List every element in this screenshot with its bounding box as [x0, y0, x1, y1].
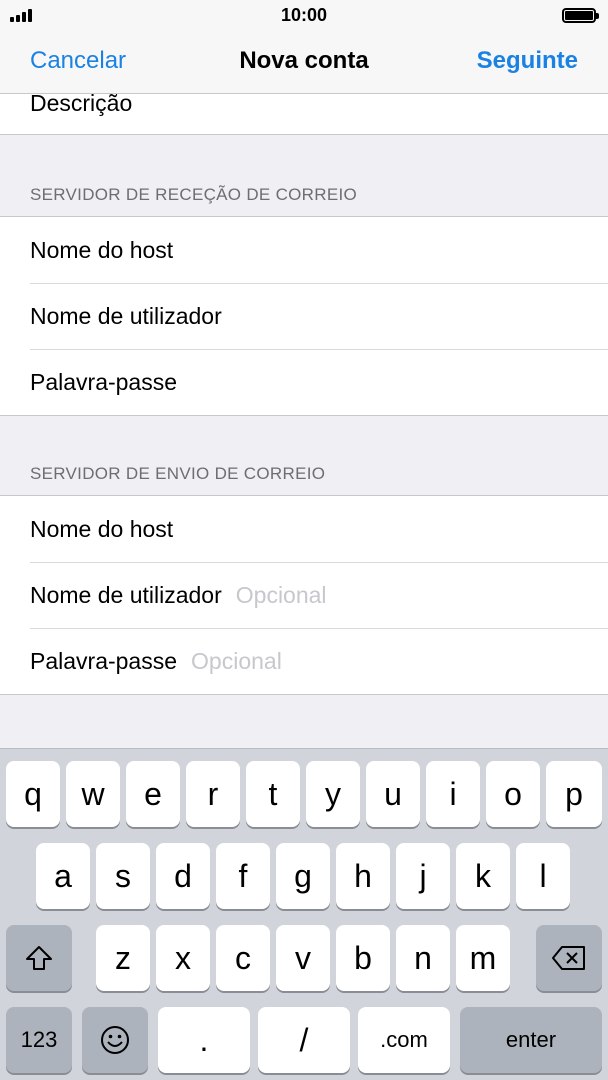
- description-label: Descrição: [30, 94, 133, 116]
- outgoing-server-group: Nome do host Nome de utilizador Opcional…: [0, 495, 608, 695]
- key-x[interactable]: x: [156, 925, 210, 991]
- cancel-button[interactable]: Cancelar: [30, 47, 126, 75]
- key-z[interactable]: z: [96, 925, 150, 991]
- key-h[interactable]: h: [336, 843, 390, 909]
- key-d[interactable]: d: [156, 843, 210, 909]
- delete-icon: [552, 946, 585, 970]
- key-g[interactable]: g: [276, 843, 330, 909]
- navigation-bar: Nova conta Cancelar Seguinte: [0, 32, 608, 94]
- dotcom-key[interactable]: .com: [358, 1007, 450, 1073]
- key-k[interactable]: k: [456, 843, 510, 909]
- keyboard: q w e r t y u i o p a s d f g h j k l z …: [0, 748, 608, 1080]
- emoji-icon: [101, 1026, 129, 1054]
- battery-icon: [562, 8, 599, 23]
- slash-key[interactable]: /: [258, 1007, 350, 1073]
- key-b[interactable]: b: [336, 925, 390, 991]
- emoji-key[interactable]: [82, 1007, 148, 1073]
- key-e[interactable]: e: [126, 761, 180, 827]
- outgoing-server-header: SERVIDOR DE ENVIO DE CORREIO: [30, 464, 326, 483]
- incoming-server-header: SERVIDOR DE RECEÇÃO DE CORREIO: [30, 185, 358, 204]
- key-n[interactable]: n: [396, 925, 450, 991]
- incoming-username-label: Nome de utilizador: [30, 302, 222, 329]
- account-info-group: Descrição: [0, 94, 608, 135]
- delete-key[interactable]: [536, 925, 602, 991]
- numbers-key[interactable]: 123: [6, 1007, 72, 1073]
- key-i[interactable]: i: [426, 761, 480, 827]
- status-time: 10:00: [280, 5, 328, 25]
- key-c[interactable]: c: [216, 925, 270, 991]
- key-y[interactable]: y: [306, 761, 360, 827]
- key-j[interactable]: j: [396, 843, 450, 909]
- key-q[interactable]: q: [6, 761, 60, 827]
- outgoing-host-field[interactable]: Nome do host: [0, 496, 608, 562]
- incoming-server-group: Nome do host Nome de utilizador Palavra-…: [0, 216, 608, 416]
- incoming-username-field[interactable]: Nome de utilizador: [0, 283, 608, 349]
- next-button[interactable]: Seguinte: [477, 47, 578, 75]
- outgoing-password-placeholder: Opcional: [191, 647, 282, 674]
- incoming-host-field[interactable]: Nome do host: [0, 217, 608, 283]
- key-r[interactable]: r: [186, 761, 240, 827]
- key-v[interactable]: v: [276, 925, 330, 991]
- shift-key[interactable]: [6, 925, 72, 991]
- shift-icon: [26, 946, 52, 970]
- key-s[interactable]: s: [96, 843, 150, 909]
- key-w[interactable]: w: [66, 761, 120, 827]
- incoming-host-label: Nome do host: [30, 236, 174, 263]
- key-p[interactable]: p: [546, 761, 602, 827]
- period-key[interactable]: .: [158, 1007, 250, 1073]
- outgoing-username-field[interactable]: Nome de utilizador Opcional: [0, 562, 608, 628]
- outgoing-host-label: Nome do host: [30, 515, 174, 542]
- key-f[interactable]: f: [216, 843, 270, 909]
- outgoing-password-field[interactable]: Palavra-passe Opcional: [0, 628, 608, 694]
- key-a[interactable]: a: [36, 843, 90, 909]
- description-field[interactable]: Descrição: [0, 94, 608, 134]
- key-m[interactable]: m: [456, 925, 510, 991]
- outgoing-username-label: Nome de utilizador: [30, 581, 222, 608]
- incoming-password-label: Palavra-passe: [30, 368, 178, 395]
- outgoing-username-placeholder: Opcional: [235, 581, 327, 608]
- key-o[interactable]: o: [486, 761, 540, 827]
- key-t[interactable]: t: [246, 761, 300, 827]
- enter-key[interactable]: enter: [460, 1007, 602, 1073]
- key-l[interactable]: l: [516, 843, 570, 909]
- status-bar: 10:00: [0, 0, 608, 32]
- outgoing-password-label: Palavra-passe: [30, 647, 178, 674]
- key-u[interactable]: u: [366, 761, 420, 827]
- incoming-password-field[interactable]: Palavra-passe: [0, 349, 608, 415]
